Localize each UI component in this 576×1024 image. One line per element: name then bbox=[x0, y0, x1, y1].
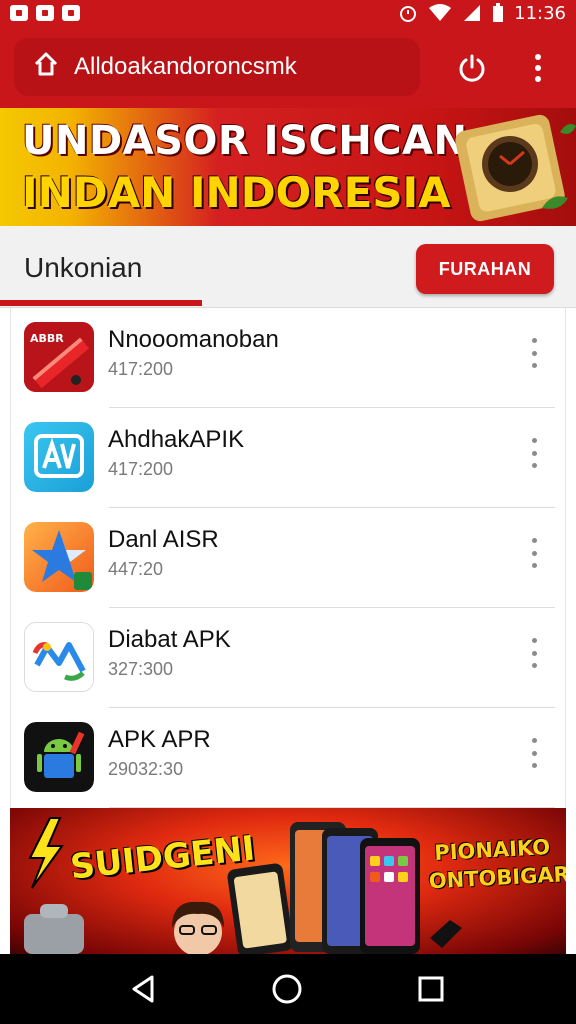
app-meta: 447:20 bbox=[108, 559, 164, 579]
android-robot-icon bbox=[24, 722, 94, 792]
banner-headline: UNDASOR ISCHCAN bbox=[22, 118, 468, 164]
banner-subheadline: INDAN INDORESIA bbox=[22, 168, 451, 217]
navigation-bar bbox=[0, 954, 576, 1024]
row-menu-button[interactable] bbox=[527, 638, 541, 668]
back-triangle-icon bbox=[132, 975, 154, 1003]
abbr-pen-icon: ABBR bbox=[24, 322, 94, 392]
app-name: AhdhakAPIK bbox=[108, 426, 245, 453]
home-circle-icon bbox=[272, 974, 302, 1004]
back-button[interactable] bbox=[126, 971, 162, 1007]
app-meta: 327:300 bbox=[108, 659, 174, 679]
app-meta: 29032:30 bbox=[108, 759, 184, 779]
recents-square-icon bbox=[418, 976, 444, 1002]
list-item[interactable]: APK APR 29032:30 bbox=[11, 708, 567, 808]
action-button[interactable]: FURAHAN bbox=[416, 244, 554, 294]
notification-icon bbox=[36, 5, 54, 21]
list-item[interactable]: ABBR Nnooomanoban 417:200 bbox=[11, 308, 567, 408]
signal-icon bbox=[464, 5, 481, 21]
app-name: Diabat APK bbox=[108, 626, 231, 653]
app-name: Danl AISR bbox=[108, 526, 219, 553]
row-menu-button[interactable] bbox=[527, 338, 541, 368]
battery-icon bbox=[493, 3, 504, 22]
power-button[interactable] bbox=[456, 52, 488, 84]
status-time: 11:36 bbox=[514, 2, 566, 24]
promo-banner-bottom[interactable]: SUIDGENI PIONAIKO ONTOBIGAR bbox=[10, 808, 566, 954]
banner-bottom-tagline: PIONAIKO ONTOBIGAR bbox=[428, 835, 566, 894]
home-button[interactable] bbox=[269, 971, 305, 1007]
overflow-menu-button[interactable] bbox=[528, 50, 548, 86]
tab-active[interactable]: Unkonian bbox=[24, 252, 142, 284]
av-app-icon bbox=[24, 422, 94, 492]
list-item[interactable]: Diabat APK 327:300 bbox=[11, 608, 567, 708]
alarm-icon bbox=[400, 6, 417, 22]
app-name: Nnooomanoban bbox=[108, 326, 279, 353]
app-bar: Alldoakandoroncsmk bbox=[0, 26, 576, 108]
promo-banner-top[interactable]: UNDASOR ISCHCAN INDAN INDORESIA bbox=[0, 108, 576, 226]
row-menu-button[interactable] bbox=[527, 438, 541, 468]
list-item[interactable]: Danl AISR 447:20 bbox=[11, 508, 567, 608]
wifi-icon bbox=[429, 4, 452, 21]
status-bar: 11:36 bbox=[0, 0, 576, 26]
app-meta: 417:200 bbox=[108, 459, 174, 479]
row-menu-button[interactable] bbox=[527, 738, 541, 768]
power-icon bbox=[459, 54, 485, 82]
notification-icon bbox=[10, 5, 28, 21]
recents-button[interactable] bbox=[413, 971, 449, 1007]
notification-icon bbox=[62, 5, 80, 21]
tab-row: Unkonian FURAHAN bbox=[0, 226, 576, 308]
tab-indicator bbox=[0, 300, 202, 306]
list-item[interactable]: AhdhakAPIK 417:200 bbox=[11, 408, 567, 508]
app-list: ABBR Nnooomanoban 417:200 AhdhakAPIK 417… bbox=[10, 308, 566, 808]
app-meta: 417:200 bbox=[108, 359, 174, 379]
url-bar[interactable]: Alldoakandoroncsmk bbox=[14, 38, 420, 96]
url-text: Alldoakandoroncsmk bbox=[74, 53, 297, 80]
clock-box-illustration bbox=[455, 114, 576, 222]
app-name: APK APR bbox=[108, 726, 211, 753]
row-menu-button[interactable] bbox=[527, 538, 541, 568]
home-icon bbox=[32, 50, 60, 85]
star-app-icon bbox=[24, 522, 94, 592]
app-icon-badge-text: ABBR bbox=[30, 332, 64, 345]
map-wave-icon bbox=[24, 622, 94, 692]
